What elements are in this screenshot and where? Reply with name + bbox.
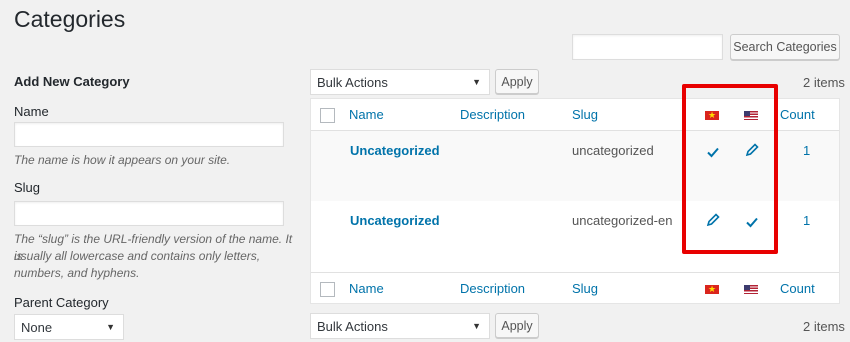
column-count[interactable]: Count	[780, 281, 815, 296]
bulk-actions-select-bottom[interactable]: Bulk Actions ▼	[310, 313, 490, 339]
pencil-edit-icon[interactable]	[744, 142, 760, 158]
name-hint: The name is how it appears on your site.	[14, 153, 231, 167]
page-title: Categories	[14, 6, 126, 32]
table-row: Uncategorized uncategorized 1	[311, 131, 839, 201]
chevron-down-icon: ▼	[106, 322, 115, 332]
parent-category-select[interactable]: None ▼	[14, 314, 124, 340]
category-slug: uncategorized	[572, 143, 654, 158]
table-row: Uncategorized uncategorized-en 1	[311, 201, 839, 271]
select-all-checkbox[interactable]	[320, 282, 335, 297]
check-icon	[746, 217, 758, 228]
column-slug[interactable]: Slug	[572, 281, 598, 296]
bulk-actions-select-top[interactable]: Bulk Actions ▼	[310, 69, 490, 95]
select-all-checkbox[interactable]	[320, 108, 335, 123]
column-name[interactable]: Name	[349, 281, 384, 296]
column-count[interactable]: Count	[780, 107, 815, 122]
name-field[interactable]	[14, 122, 284, 147]
apply-button-top[interactable]: Apply	[495, 69, 539, 94]
slug-label: Slug	[14, 180, 41, 195]
bulk-actions-label: Bulk Actions	[317, 318, 388, 334]
category-count[interactable]: 1	[803, 213, 810, 228]
category-count[interactable]: 1	[803, 143, 810, 158]
search-input[interactable]	[572, 34, 723, 60]
pencil-edit-icon[interactable]	[705, 212, 721, 228]
slug-field[interactable]	[14, 201, 284, 226]
items-count-top: 2 items	[803, 75, 845, 90]
check-icon	[707, 147, 719, 158]
parent-category-value: None	[21, 319, 53, 335]
vietnam-flag-icon	[705, 282, 719, 296]
categories-table: Name Description Slug Count Uncategorize…	[310, 98, 840, 304]
items-count-bottom: 2 items	[803, 319, 845, 334]
vietnam-flag-icon	[705, 108, 719, 122]
column-name[interactable]: Name	[349, 107, 384, 122]
search-categories-button[interactable]: Search Categories	[730, 34, 840, 60]
bulk-actions-label: Bulk Actions	[317, 74, 388, 90]
us-flag-icon	[744, 285, 758, 294]
column-description[interactable]: Description	[460, 281, 525, 296]
slug-hint-line-2: usually all lowercase and contains only …	[14, 249, 261, 263]
form-title: Add New Category	[14, 74, 130, 89]
category-slug: uncategorized-en	[572, 213, 673, 228]
column-description[interactable]: Description	[460, 107, 525, 122]
chevron-down-icon: ▼	[472, 77, 481, 87]
table-header: Name Description Slug Count	[311, 99, 839, 131]
chevron-down-icon: ▼	[472, 321, 481, 331]
category-name-link[interactable]: Uncategorized	[350, 143, 440, 158]
table-footer: Name Description Slug Count	[311, 272, 839, 304]
parent-category-label: Parent Category	[14, 295, 109, 310]
us-flag-icon	[744, 111, 758, 120]
slug-hint-line-3: numbers, and hyphens.	[14, 266, 140, 280]
category-name-link[interactable]: Uncategorized	[350, 213, 440, 228]
apply-button-bottom[interactable]: Apply	[495, 313, 539, 338]
column-slug[interactable]: Slug	[572, 107, 598, 122]
name-label: Name	[14, 104, 49, 119]
